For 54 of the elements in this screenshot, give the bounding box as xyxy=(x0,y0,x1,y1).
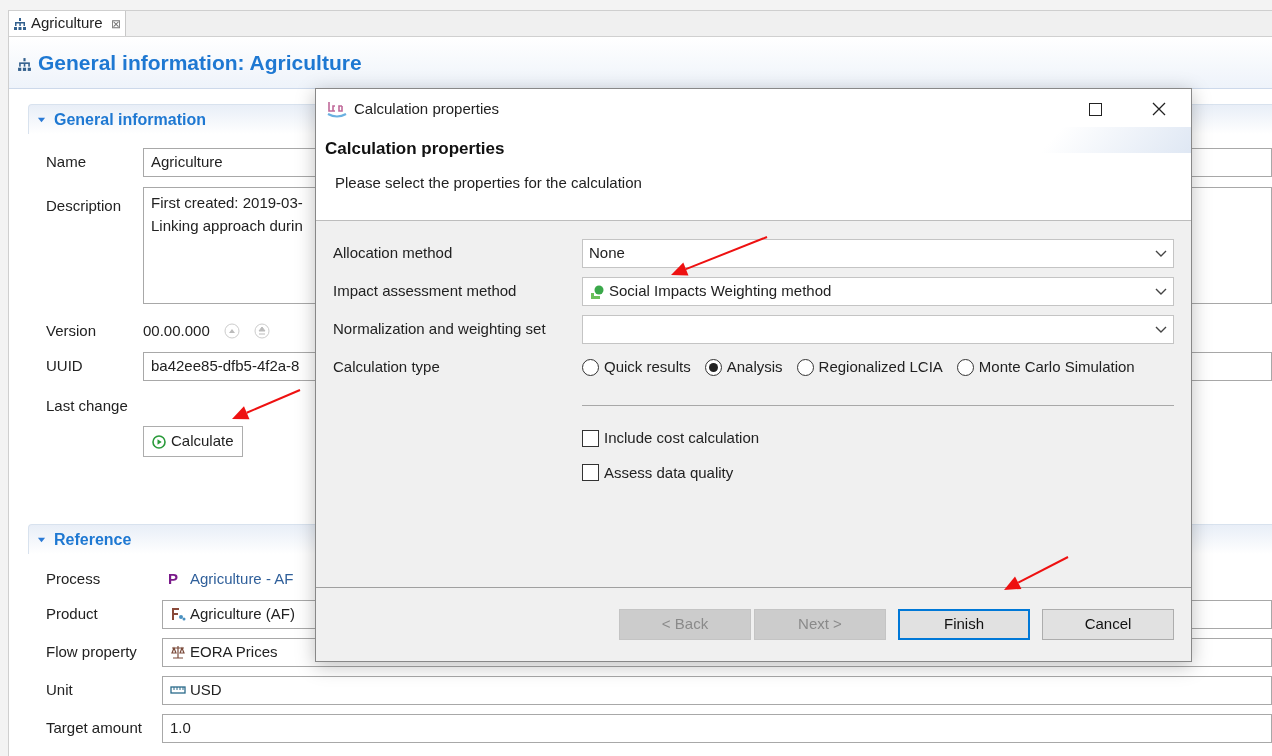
radio-option[interactable]: Regionalized LCIA xyxy=(796,356,943,379)
play-icon xyxy=(152,434,166,449)
section-title: General information xyxy=(54,109,207,130)
field-label: Allocation method xyxy=(333,243,454,264)
radio-option[interactable]: Quick results xyxy=(582,356,691,379)
field-label: Version xyxy=(46,321,98,341)
description-line: First created: 2019-03- xyxy=(151,193,303,213)
editor-tab[interactable]: Agriculture ⊠ xyxy=(9,11,126,36)
dropdown[interactable] xyxy=(582,315,1174,344)
field-label: Last change xyxy=(46,395,129,416)
checkbox-option[interactable]: Include cost calculation xyxy=(582,427,760,450)
field-label: Process xyxy=(46,569,102,589)
tree-icon xyxy=(13,16,27,31)
field-label: Target amount xyxy=(46,717,143,738)
dialog-button[interactable]: Finish xyxy=(898,609,1030,640)
dialog-message: Please select the properties for the calculation xyxy=(334,172,642,193)
reference-field[interactable]: USD xyxy=(162,675,1272,705)
field-label: Description xyxy=(46,196,123,216)
dropdown[interactable]: None xyxy=(582,239,1174,268)
up-icon[interactable] xyxy=(253,323,270,340)
annotation-arrow xyxy=(232,389,301,420)
close-icon[interactable]: ⊠ xyxy=(110,14,121,33)
annotation-arrow xyxy=(1004,556,1069,590)
process-icon: P xyxy=(168,568,178,591)
dropdown[interactable]: Social Impacts Weighting method xyxy=(582,277,1174,306)
radio-option[interactable]: Monte Carlo Simulation xyxy=(956,356,1135,379)
up-icon[interactable] xyxy=(223,323,240,340)
radio-option[interactable]: Analysis xyxy=(704,356,783,379)
field-label: Name xyxy=(46,152,87,173)
field-label: Impact assessment method xyxy=(333,281,518,302)
calculate-button[interactable]: Calculate xyxy=(143,426,243,457)
dialog-button[interactable]: Cancel xyxy=(1042,609,1174,640)
field-label: Product xyxy=(46,603,99,624)
dialog-heading: Calculation properties xyxy=(324,138,505,160)
scale-icon xyxy=(170,644,186,660)
flow-icon xyxy=(170,606,186,622)
field-label: Normalization and weighting set xyxy=(333,319,547,340)
section-title: Reference xyxy=(54,529,132,550)
tree-icon xyxy=(17,57,32,72)
chevron-down-icon xyxy=(1155,249,1167,258)
page-title: General information: Agriculture xyxy=(38,49,362,76)
chevron-down-icon xyxy=(1155,325,1167,334)
checkbox-option[interactable]: Assess data quality xyxy=(582,461,734,484)
dialog-title: Calculation properties xyxy=(354,98,500,119)
app-logo-icon xyxy=(326,100,348,118)
field-label: Flow property xyxy=(46,641,138,662)
version-value: 00.00.000 xyxy=(143,321,210,341)
chevron-down-icon xyxy=(1155,287,1167,296)
field-label: Calculation type xyxy=(333,357,441,378)
reference-field[interactable]: 1.0 xyxy=(162,713,1272,743)
field-label: UUID xyxy=(46,355,84,376)
field-label: Unit xyxy=(46,679,74,700)
description-line: Linking approach durin xyxy=(151,216,303,236)
process-link[interactable]: Agriculture - AF xyxy=(190,568,294,591)
